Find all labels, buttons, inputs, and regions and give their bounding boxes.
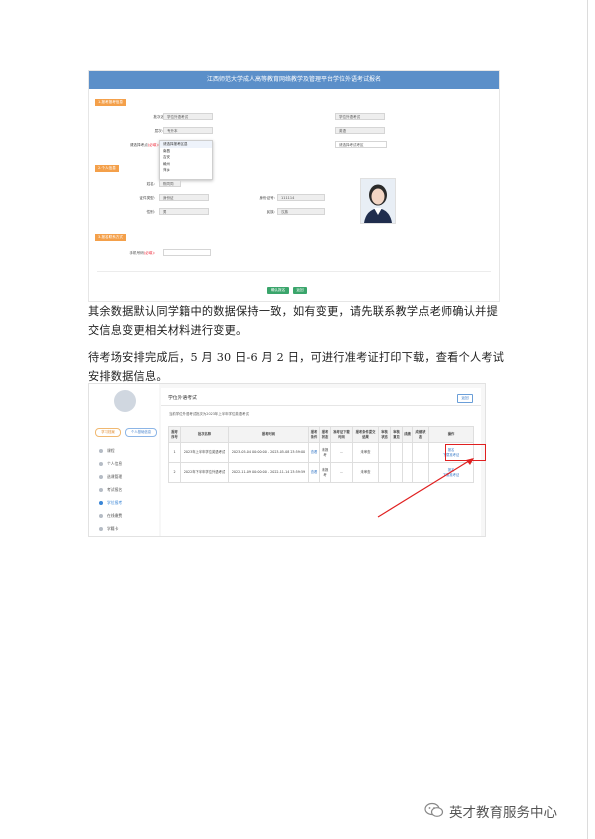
- confirm-register-button[interactable]: 确认报名: [267, 287, 289, 294]
- cell-ticket-time: --: [330, 442, 353, 463]
- cell-ticket-time: --: [330, 462, 353, 483]
- col-header: 报考条件: [308, 426, 320, 443]
- sidebar-item-course-selection[interactable]: 选课管理: [99, 474, 122, 480]
- cell-time: 2022-11-09 00:00:00 - 2022-11-14 23:59:5…: [228, 462, 309, 483]
- phone-input[interactable]: [163, 249, 211, 256]
- page-title: 学位外语考试: [168, 396, 197, 401]
- section-contact: 3.报名联系方式: [95, 234, 126, 241]
- ethnicity-field[interactable]: 汉族: [277, 208, 325, 215]
- level-field[interactable]: 专升本: [163, 127, 213, 134]
- section-personal-info: 2.个人信息: [95, 165, 119, 172]
- learning-record-pill[interactable]: 学习档案: [95, 428, 121, 437]
- dot-icon: [99, 501, 103, 505]
- sidebar-item-payment[interactable]: 在线缴费: [99, 513, 122, 519]
- cell-status: 未报考: [319, 442, 331, 463]
- cell-batch: 2022年下半年学位外语考试: [180, 462, 229, 483]
- wechat-logo-icon: [424, 802, 444, 817]
- batch-name-label: 批次名称:: [153, 115, 169, 119]
- col-header: 审核意见: [390, 426, 403, 443]
- sidebar-item-courses[interactable]: 课程: [99, 448, 115, 454]
- watermark-text: 英才教育服务中心: [449, 805, 557, 821]
- name-label: 姓名:: [146, 182, 155, 186]
- major-field[interactable]: 英语: [335, 127, 385, 134]
- sidebar-item-profile[interactable]: 个人信息: [99, 461, 122, 467]
- registration-form-screenshot: 江西师范大学成人高等教育网络教学及管理平台学位外语考试报名 1.报考报考信息 批…: [88, 70, 500, 302]
- section-exam-info: 1.报考报考信息: [95, 99, 126, 106]
- dot-icon: [99, 462, 103, 466]
- cell-no: 2: [168, 462, 181, 483]
- idnum-label: 身份证号:: [259, 196, 275, 200]
- cell-no: 1: [168, 442, 181, 463]
- col-header: 审核状态: [378, 426, 391, 443]
- gender-label: 性别:: [146, 210, 155, 214]
- view-condition-link[interactable]: 查看: [311, 450, 318, 454]
- page-edge-rule: [587, 0, 588, 839]
- cell-status: 未报考: [319, 462, 331, 483]
- col-header: 成绩状态: [412, 426, 429, 443]
- col-header: 操作: [428, 426, 474, 443]
- view-condition-link[interactable]: 查看: [311, 470, 318, 474]
- col-header: 报考状态: [319, 426, 331, 443]
- col-header: 成绩: [402, 426, 413, 443]
- dot-icon: [99, 514, 103, 518]
- sidebar-item-degree-exam[interactable]: 学位报考: [99, 500, 122, 506]
- form-title: 江西师范大学成人高等教育网络教学及管理平台学位外语考试报名: [89, 71, 499, 89]
- cell-condition: 查看: [308, 462, 320, 483]
- cell-batch: 2023年上半年学位英语考试: [180, 442, 229, 463]
- exam-area-dropdown[interactable]: 请选择报考区县 南昌 吉安 赣州 萍乡: [159, 140, 213, 180]
- idtype-field[interactable]: 身份证: [159, 194, 209, 201]
- id-photo: [360, 178, 396, 224]
- cell-condition: 查看: [308, 442, 320, 463]
- current-batch-note: 当前学位外语考试批次为2023年上半年学位英语考试: [169, 412, 249, 416]
- form-back-button[interactable]: 返回: [293, 287, 307, 294]
- form-divider: [97, 271, 491, 272]
- col-header: 报考序号: [168, 426, 181, 443]
- phone-label: 手机号码(必填):: [129, 251, 155, 255]
- table-header-row: 报考序号 批次名称 报考时间 报考条件 报考状态 准考证下载时间 报考条件提交结…: [168, 426, 474, 443]
- dot-icon: [99, 527, 103, 531]
- dot-icon: [99, 488, 103, 492]
- name-field[interactable]: 陈同同: [159, 180, 181, 187]
- col-header: 批次名称: [180, 426, 229, 443]
- col-header: 报考条件提交结果: [352, 426, 379, 443]
- dot-icon: [99, 475, 103, 479]
- col-header: 准考证下载时间: [330, 426, 353, 443]
- batch-name-field[interactable]: 学位外语考试: [163, 113, 213, 120]
- dot-icon: [99, 449, 103, 453]
- exam-area-label: 请选择考点(必填):: [129, 143, 159, 147]
- exam-city-select[interactable]: 请选择考试考区: [335, 141, 387, 148]
- title-rule: [161, 405, 481, 406]
- pointer-arrow-icon: [377, 458, 474, 518]
- idtype-label: 证件类型:: [139, 196, 155, 200]
- idnum-field[interactable]: 111114: [277, 194, 325, 201]
- batch-type-field[interactable]: 学位外语考试: [335, 113, 385, 120]
- dropdown-option[interactable]: 萍乡: [160, 167, 212, 174]
- level-label: 层次:: [154, 129, 163, 133]
- col-header: 报考时间: [228, 426, 309, 443]
- cell-time: 2023-05-04 00:00:00 - 2023-05-08 23:59:0…: [228, 442, 309, 463]
- gender-field[interactable]: 男: [159, 208, 209, 215]
- ethnicity-label: 民族:: [266, 210, 275, 214]
- portal-back-button[interactable]: 返回: [457, 394, 473, 403]
- sidebar-item-student-card[interactable]: 学籍卡: [99, 526, 118, 532]
- portal-sidebar: 学习档案 个人基础信息 课程 个人信息 选课管理 考试报名 学位报考 在线缴费 …: [89, 384, 159, 536]
- avatar: [114, 390, 136, 412]
- paragraph-ticket-download: 待考场安排完成后，5 月 30 日-6 月 2 日，可进行准考证打印下载，查看个…: [88, 351, 505, 383]
- paragraph-data-consistency: 其余数据默认同学籍中的数据保持一致，如有变更，请先联系教学点老师确认并提交信息变…: [88, 305, 498, 337]
- sidebar-item-exam-register[interactable]: 考试报名: [99, 487, 122, 493]
- personal-info-pill[interactable]: 个人基础信息: [125, 428, 157, 437]
